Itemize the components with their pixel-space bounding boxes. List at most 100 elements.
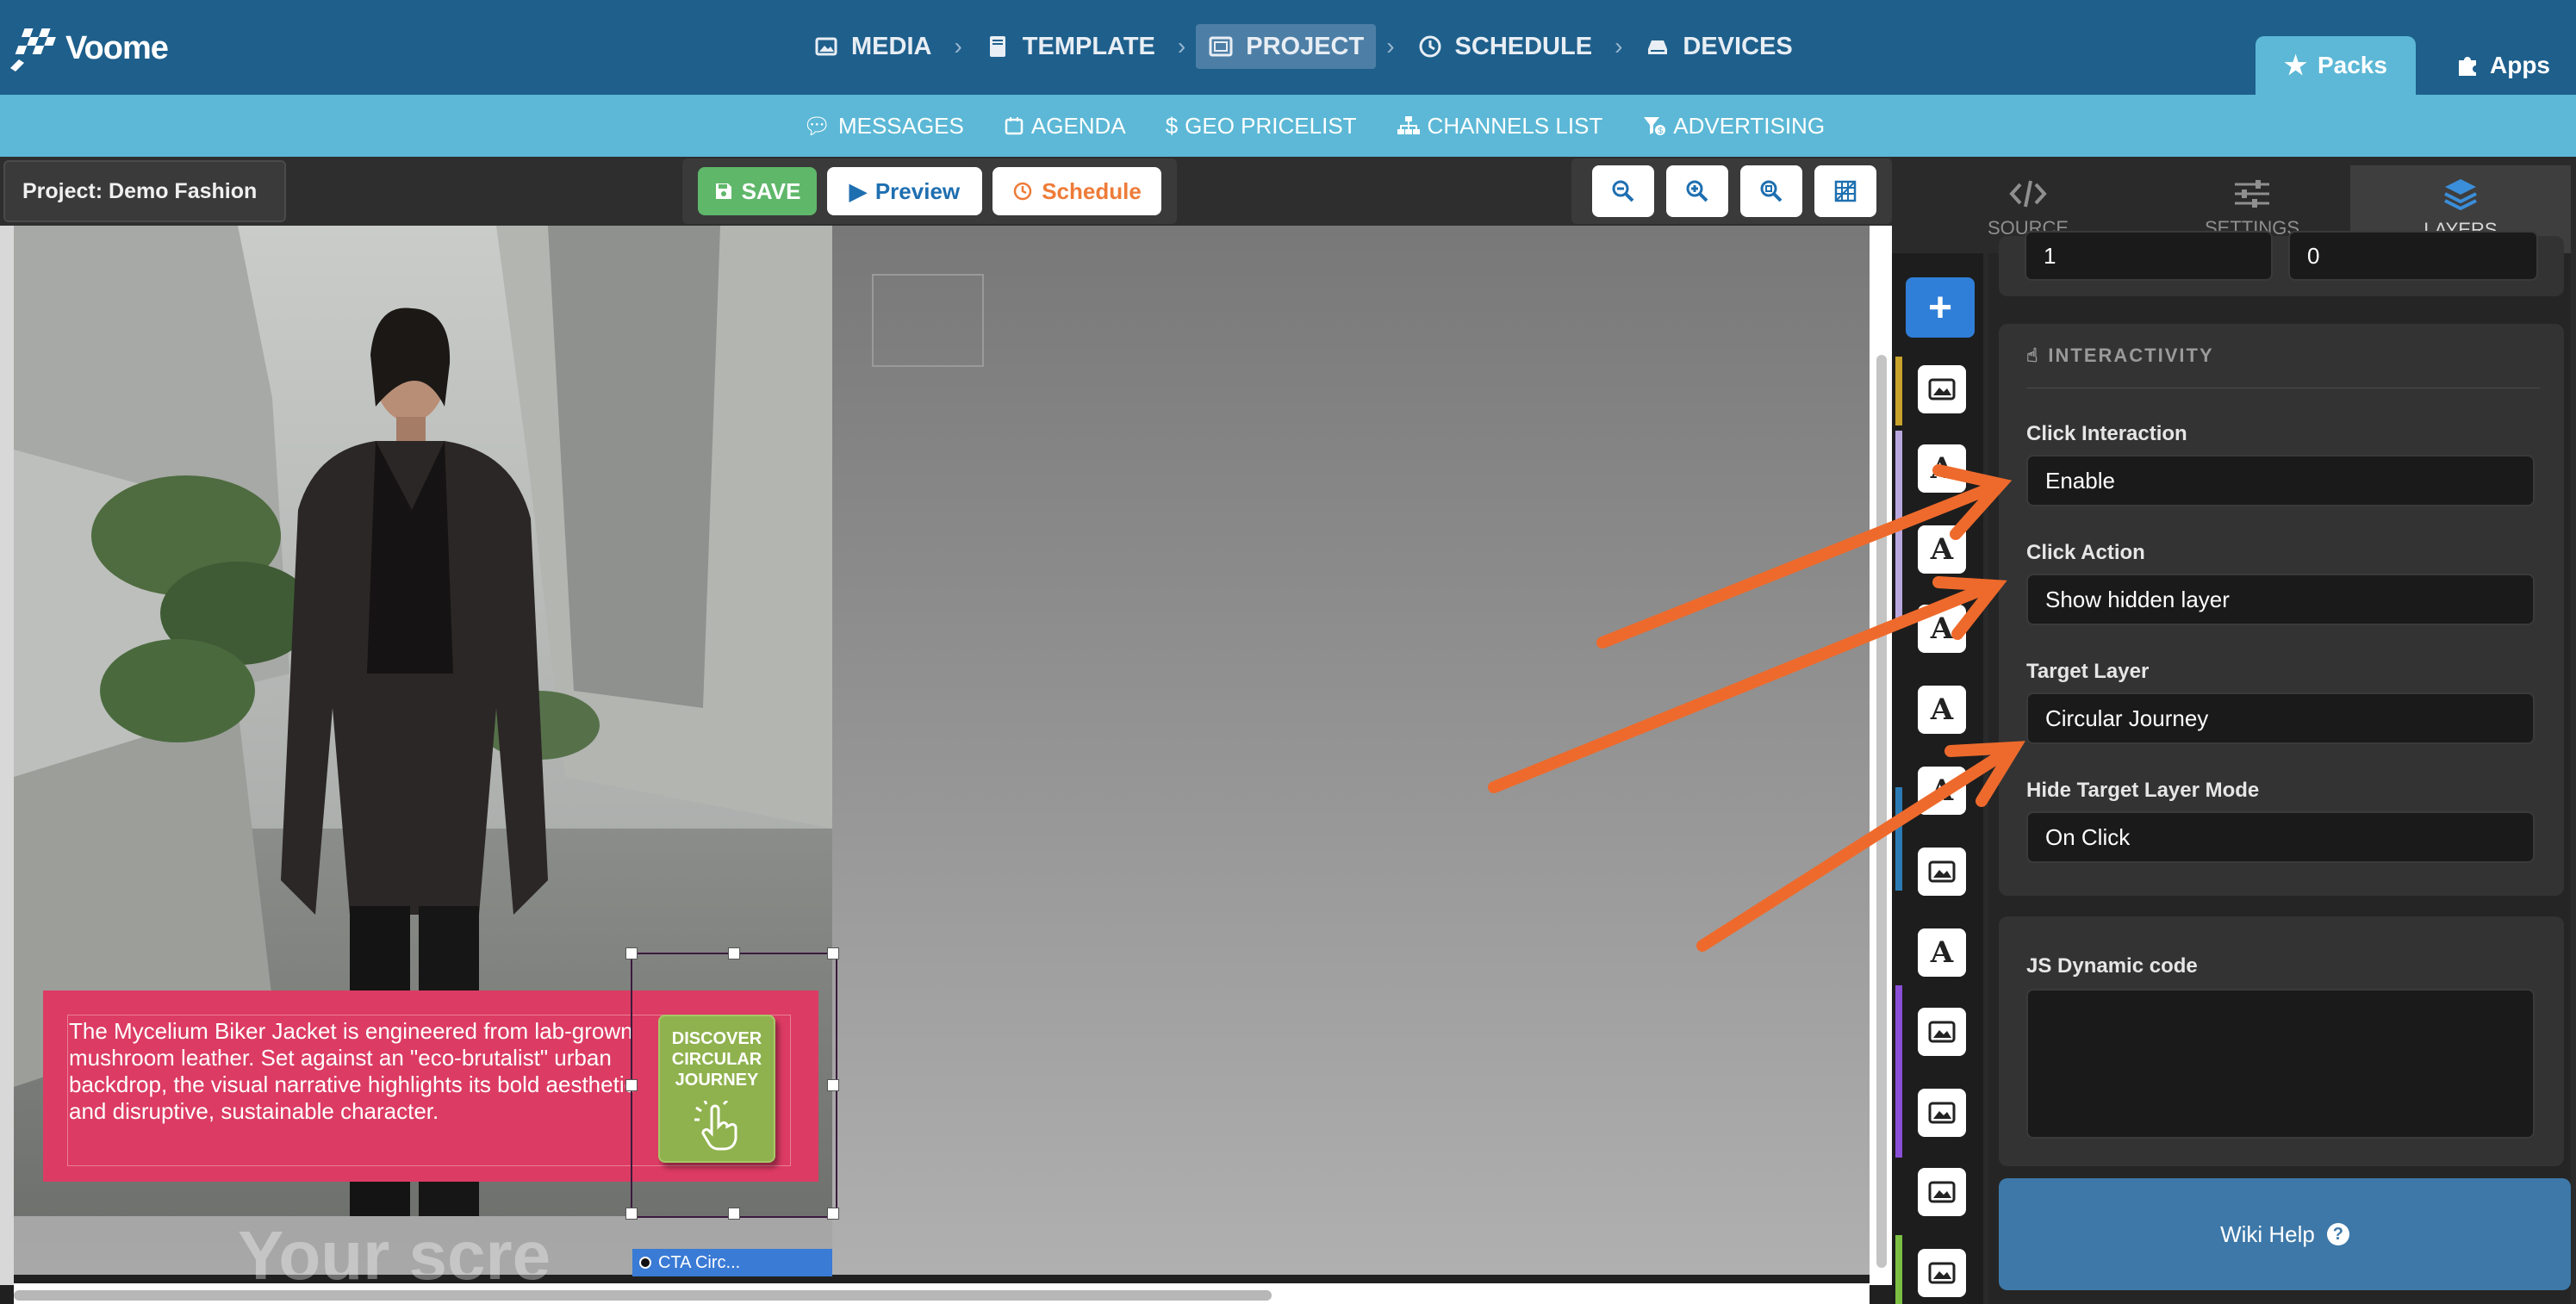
layer-image-icon[interactable] [1918, 1089, 1966, 1137]
nav-channels-list[interactable]: CHANNELS LIST [1397, 113, 1602, 140]
grid-icon [1834, 180, 1857, 202]
funnel-dollar-icon: $ [1644, 117, 1666, 136]
layer-image-icon[interactable] [1918, 1168, 1966, 1216]
layer-text-icon[interactable]: A [1918, 928, 1966, 977]
layer-properties: 1 0 ☝︎ INTERACTIVITY Click Interaction E… [1988, 231, 2571, 1304]
nav-project[interactable]: PROJECT [1196, 24, 1377, 69]
puzzle-icon [2459, 57, 2476, 76]
nav-messages[interactable]: 💬︎ MESSAGES [803, 113, 964, 140]
nav-schedule-label: SCHEDULE [1454, 32, 1593, 60]
play-icon: ▶ [849, 177, 867, 204]
clock-icon [1013, 182, 1032, 201]
position-field-1[interactable]: 1 [2025, 231, 2273, 281]
layer-image-icon[interactable] [1918, 365, 1966, 413]
top-navigation-bar: Voome MEDIA › TEMPLATE › PROJECT › SCHED… [0, 0, 2576, 95]
floppy-icon [715, 183, 731, 199]
add-layer-button[interactable]: + [1906, 277, 1975, 338]
resize-handle-bottom[interactable] [728, 1208, 740, 1220]
grid-toggle-button[interactable] [1814, 165, 1876, 217]
zoom-in-button[interactable] [1666, 165, 1728, 217]
zoom-out-button[interactable] [1592, 165, 1654, 217]
star-icon: ★ [2284, 51, 2307, 80]
sliders-icon [2235, 180, 2269, 208]
horizontal-scrollbar[interactable] [14, 1283, 1870, 1304]
nav-devices[interactable]: DEVICES [1633, 24, 1804, 69]
selected-layer-name: CTA Circ... [658, 1252, 741, 1272]
layer-image-icon[interactable] [1918, 1008, 1966, 1056]
voome-logo[interactable]: Voome [7, 24, 169, 72]
chevron-right-icon: › [1177, 33, 1186, 59]
nav-schedule[interactable]: SCHEDULE [1405, 24, 1605, 69]
nav-agenda-label: AGENDA [1030, 112, 1126, 139]
click-action-label: Click Action [2026, 541, 2145, 564]
layer-text-icon[interactable]: A [1918, 605, 1966, 653]
nav-agenda[interactable]: AGENDA [1004, 113, 1126, 140]
nav-advertising-label: ADVERTISING [1673, 112, 1826, 139]
hide-mode-label: Hide Target Layer Mode [2026, 779, 2260, 802]
help-circle-icon: ? [2326, 1223, 2349, 1245]
dollar-icon: $ [1165, 112, 1179, 139]
js-code-textarea[interactable] [2026, 989, 2535, 1139]
layer-color-strip [1895, 357, 1902, 425]
nav-media-label: MEDIA [851, 32, 932, 60]
packs-tab[interactable]: ★ Packs [2256, 36, 2416, 95]
vertical-scrollbar[interactable] [1870, 226, 1892, 1285]
preview-label: Preview [874, 177, 961, 204]
pointer-hand-icon: ☝︎ [2026, 345, 2040, 366]
empty-placeholder-box[interactable] [872, 274, 984, 367]
vertical-ruler [0, 226, 14, 1285]
resize-handle-left[interactable] [625, 1079, 638, 1091]
click-interaction-select[interactable]: Enable [2026, 455, 2535, 506]
design-stage[interactable]: Your scre The Mycelium Biker Jacket is e… [14, 226, 1870, 1294]
preview-button[interactable]: ▶ Preview [827, 167, 982, 215]
position-field-2[interactable]: 0 [2288, 231, 2538, 281]
clock-icon [1419, 35, 1441, 58]
resize-handle-right[interactable] [827, 1079, 839, 1091]
layer-image-icon[interactable] [1918, 848, 1966, 896]
empty-screen-area [832, 226, 1870, 1275]
resize-handle-bottom-left[interactable] [625, 1208, 638, 1220]
resize-handle-top-left[interactable] [625, 947, 638, 959]
nav-template[interactable]: TEMPLATE [973, 24, 1167, 69]
apps-tab[interactable]: Apps [2438, 36, 2567, 95]
resize-handle-top[interactable] [728, 947, 740, 959]
zoom-in-icon [1686, 180, 1708, 202]
resize-handle-bottom-right[interactable] [827, 1208, 839, 1220]
devices-icon [1648, 40, 1668, 54]
interactivity-header: ☝︎ INTERACTIVITY [2026, 345, 2214, 367]
layer-text-icon[interactable]: A [1918, 767, 1966, 815]
nav-geo-pricelist[interactable]: $ GEO PRICELIST [1166, 113, 1357, 140]
layer-image-icon[interactable] [1918, 1249, 1966, 1297]
nav-messages-label: MESSAGES [837, 112, 964, 139]
code-icon [2009, 180, 2047, 208]
target-layer-select[interactable]: Circular Journey [2026, 692, 2535, 744]
js-code-section: JS Dynamic code [1999, 916, 2564, 1166]
position-section: 1 0 [1999, 231, 2564, 296]
layer-text-icon[interactable]: A [1918, 525, 1966, 574]
nav-geo-pricelist-label: GEO PRICELIST [1185, 112, 1357, 139]
horizontal-scroll-thumb[interactable] [14, 1290, 1272, 1301]
main-navigation: MEDIA › TEMPLATE › PROJECT › SCHEDULE › … [801, 24, 1805, 69]
hide-mode-select[interactable]: On Click [2026, 811, 2535, 863]
resize-handle-top-right[interactable] [827, 947, 839, 959]
save-button[interactable]: SAVE [698, 167, 817, 215]
target-layer-label: Target Layer [2026, 660, 2150, 683]
selected-layer-tag[interactable]: CTA Circ... [632, 1249, 832, 1276]
layer-color-strip [1895, 1235, 1902, 1304]
vertical-scroll-thumb[interactable] [1876, 355, 1887, 1268]
click-action-select[interactable]: Show hidden layer [2026, 574, 2535, 625]
save-label: SAVE [741, 177, 801, 204]
nav-advertising[interactable]: $ ADVERTISING [1642, 113, 1825, 140]
zoom-fit-button[interactable] [1740, 165, 1802, 217]
layer-text-icon[interactable]: A [1918, 686, 1966, 734]
chevron-right-icon: › [1615, 33, 1623, 59]
layer-text-icon[interactable]: A [1918, 444, 1966, 493]
layer-color-strip [1895, 787, 1902, 891]
selection-box[interactable] [625, 947, 839, 1220]
schedule-button[interactable]: Schedule [992, 167, 1161, 215]
editor-toolbar: Project: Demo Fashion SAVE ▶ Preview Sch… [0, 157, 1892, 226]
image-icon [815, 37, 837, 56]
nav-media[interactable]: MEDIA [801, 24, 943, 69]
wiki-help-button[interactable]: Wiki Help ? [1999, 1178, 2571, 1290]
nav-template-label: TEMPLATE [1022, 32, 1155, 60]
